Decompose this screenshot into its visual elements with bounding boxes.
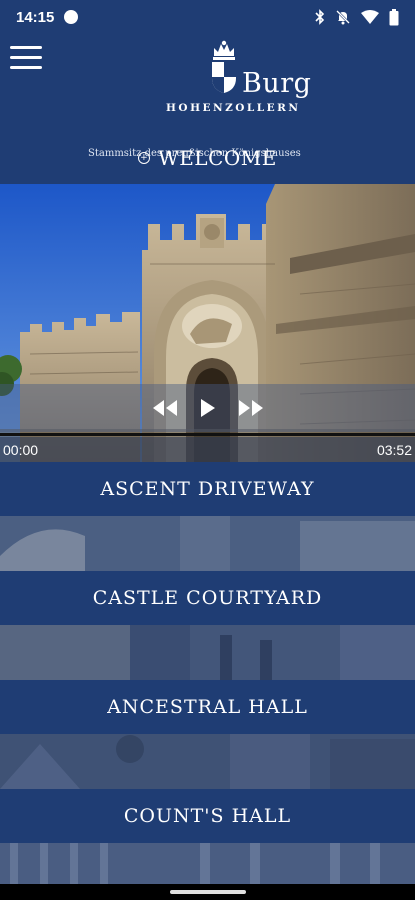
wifi-icon — [361, 10, 379, 24]
welcome-title: WELCOME — [158, 146, 277, 170]
player-controls — [0, 384, 415, 432]
tour-item: ANCESTRAL HALL — [0, 680, 415, 789]
rewind-icon[interactable] — [152, 399, 178, 417]
system-nav-bar — [0, 884, 415, 900]
tour-thumbnail[interactable] — [0, 734, 415, 789]
fast-forward-icon[interactable] — [238, 399, 264, 417]
tour-counts-hall-button[interactable]: COUNT'S HALL — [0, 789, 415, 843]
tour-thumbnail[interactable] — [0, 516, 415, 571]
playback-progress-bar[interactable] — [0, 433, 415, 436]
duration: 03:52 — [376, 441, 412, 458]
mute-icon — [336, 10, 350, 25]
status-time: 14:15 — [16, 8, 55, 26]
logo: Burg HOHENZOLLERN — [150, 40, 330, 130]
logo-name: HOHENZOLLERN — [166, 102, 301, 114]
current-time: 00:00 — [3, 441, 39, 458]
tour-list: ASCENT DRIVEWAY CASTLE COURTYARD ANCESTR… — [0, 462, 415, 898]
battery-icon — [389, 8, 399, 25]
tour-item: COUNT'S HALL — [0, 789, 415, 898]
playback-time-row: 00:00 03:52 — [0, 437, 415, 462]
logo-brand: Burg — [242, 68, 312, 99]
notification-dot-icon — [64, 10, 79, 24]
welcome-heading: + WELCOME — [0, 146, 415, 170]
tour-item: ASCENT DRIVEWAY — [0, 462, 415, 571]
app-header: Burg HOHENZOLLERN Stammsitz des preußisc… — [0, 34, 415, 159]
audio-guide-icon: + — [138, 152, 151, 164]
tour-thumbnail[interactable] — [0, 625, 415, 680]
tour-castle-courtyard-button[interactable]: CASTLE COURTYARD — [0, 571, 415, 625]
hamburger-menu-icon[interactable] — [10, 46, 42, 70]
status-bar: 14:15 — [0, 0, 415, 34]
tour-item: CASTLE COURTYARD — [0, 571, 415, 680]
app-screen: 14:15 Burg HOHENZOLLERN Stammsitz des pr… — [0, 0, 415, 900]
play-icon[interactable] — [200, 398, 216, 418]
tour-ascent-driveway-button[interactable]: ASCENT DRIVEWAY — [0, 462, 415, 516]
home-gesture-handle[interactable] — [170, 890, 246, 894]
tour-ancestral-hall-button[interactable]: ANCESTRAL HALL — [0, 680, 415, 734]
crown-shield-icon — [212, 40, 236, 93]
status-icons — [315, 8, 399, 26]
bluetooth-icon — [315, 9, 325, 25]
